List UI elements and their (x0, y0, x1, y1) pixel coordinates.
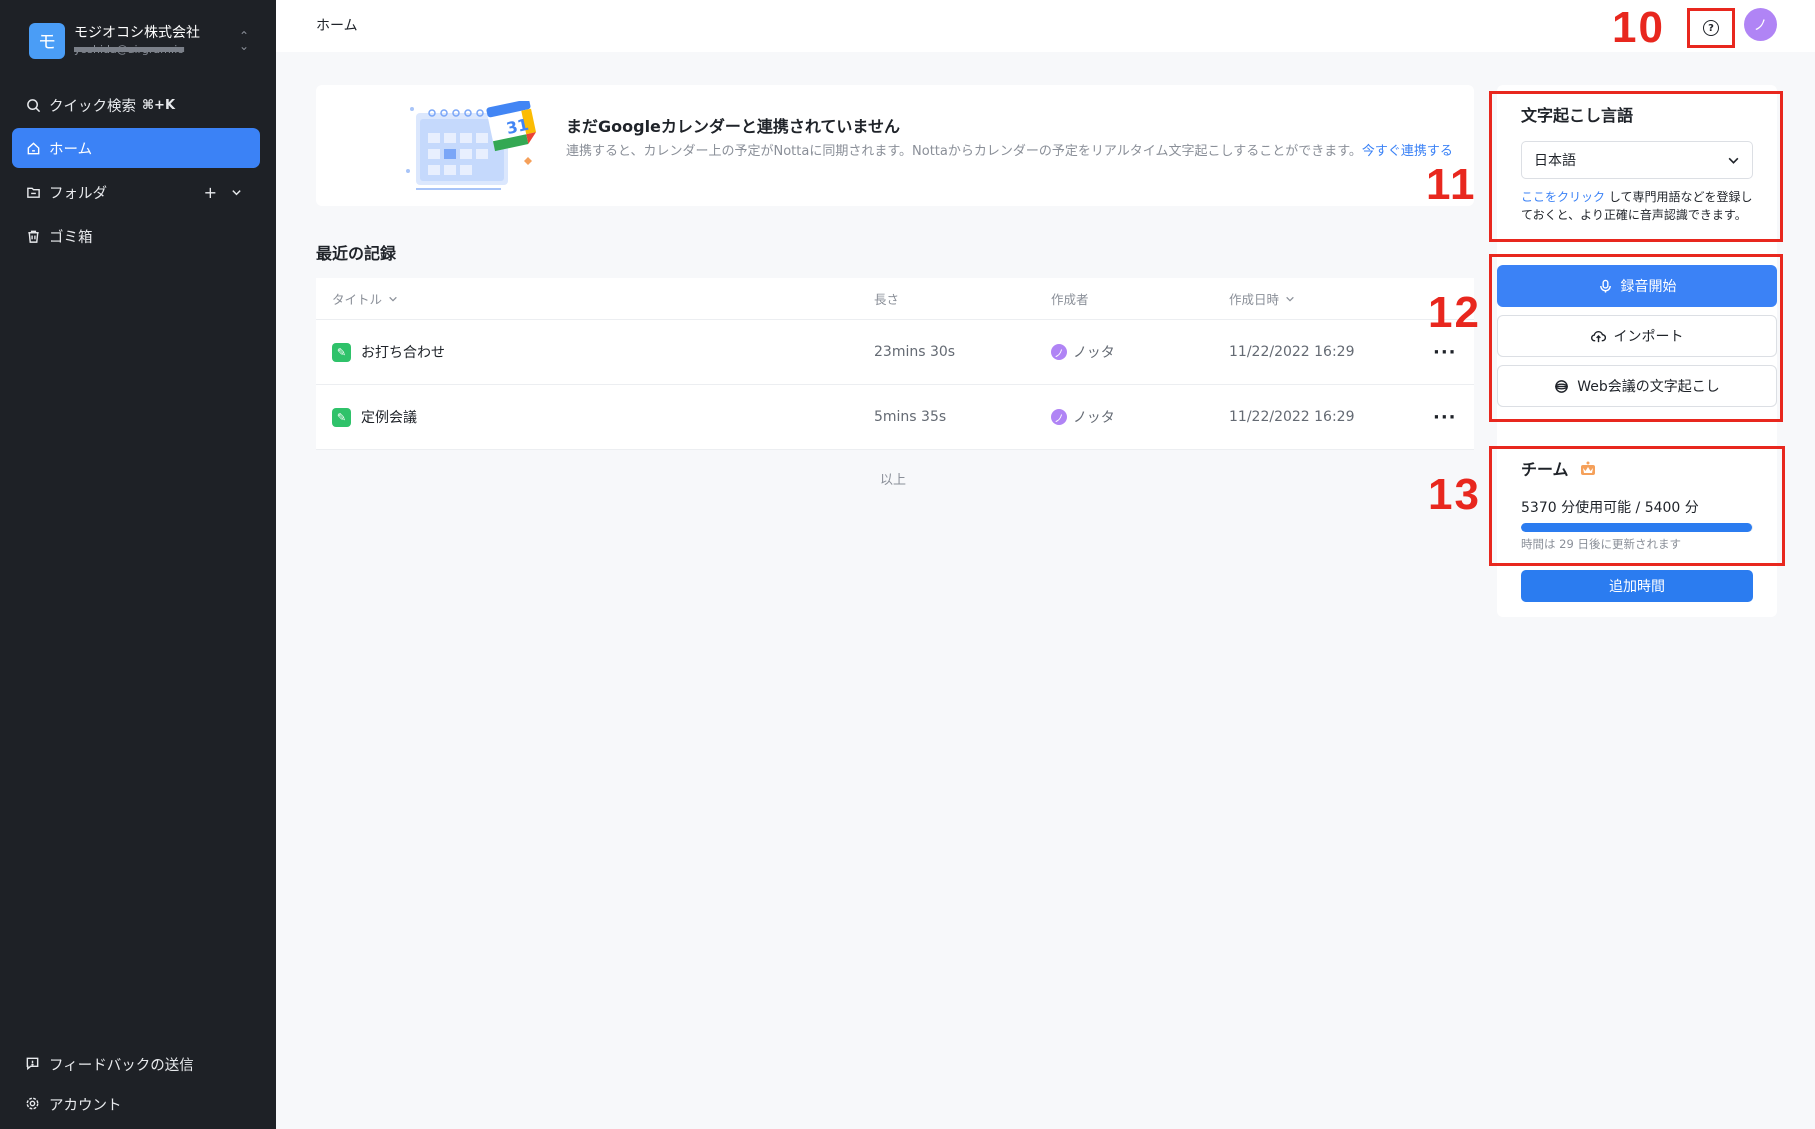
import-label: インポート (1613, 329, 1684, 345)
record-length: 23mins 30s (874, 344, 956, 360)
sidebar-item-label: ゴミ箱 (49, 229, 93, 246)
home-icon (25, 140, 41, 156)
quick-search-label: クイック検索 (49, 98, 136, 115)
cloud-upload-icon (1590, 329, 1606, 344)
web-meeting-icon (1554, 379, 1569, 394)
recent-records-title: 最近の記録 (316, 244, 397, 263)
start-recording-label: 録音開始 (1620, 279, 1677, 295)
author-avatar: ノ (1051, 344, 1067, 360)
record-title[interactable]: お打ち合わせ (361, 342, 445, 362)
end-of-list-label: 以上 (880, 473, 907, 488)
add-time-button[interactable]: 追加時間 (1521, 570, 1753, 602)
calendar-banner-title: まだGoogleカレンダーと連携されていません (566, 117, 900, 136)
column-author-header: 作成者 (1051, 292, 1089, 307)
annotation-label-11: 11 (1426, 160, 1477, 209)
help-icon: ? (1703, 20, 1719, 36)
workspace-switcher[interactable]: モ モジオコシ株式会社 yoshida@airgram.io ⌃ ⌄ (29, 23, 249, 59)
chevron-down-icon[interactable] (231, 183, 242, 202)
column-date-header[interactable]: 作成日時 (1229, 289, 1295, 308)
column-length-header: 長さ (874, 292, 900, 307)
column-title-label: タイトル (332, 292, 383, 307)
document-icon: ✎ (332, 342, 351, 362)
feedback-link[interactable]: フィードバックの送信 (12, 1046, 260, 1082)
calendar-banner-text: 連携すると、カレンダー上の予定がNottaに同期されます。Nottaからカレンダ… (566, 144, 1362, 159)
feedback-icon (25, 1056, 41, 1072)
usage-progress-bar (1521, 523, 1753, 532)
trash-icon (25, 228, 41, 244)
workspace-name: モジオコシ株式会社 (74, 25, 200, 41)
help-button[interactable]: ? (1687, 8, 1735, 48)
annotation-label-13: 13 (1428, 470, 1481, 519)
chevron-down-icon (1286, 296, 1294, 302)
table-header: タイトル 長さ 作成者 作成日時 (316, 278, 1474, 320)
author-avatar: ノ (1051, 409, 1067, 425)
language-select-value: 日本語 (1534, 153, 1576, 169)
sidebar-item-label: ホーム (49, 141, 93, 158)
microphone-icon (1598, 279, 1613, 294)
top-bar: ホーム (276, 0, 1815, 52)
import-button[interactable]: インポート (1497, 315, 1777, 357)
column-title-header[interactable]: タイトル (332, 289, 398, 308)
more-options-icon[interactable]: ··· (1433, 342, 1457, 363)
record-length: 5mins 35s (874, 409, 947, 425)
column-date-label: 作成日時 (1229, 292, 1280, 307)
usage-progress-fill (1521, 523, 1752, 532)
quick-search[interactable]: クイック検索 ⌘+K (12, 85, 260, 125)
transcription-language-title: 文字起こし言語 (1521, 106, 1634, 125)
folder-icon (25, 184, 41, 200)
document-icon: ✎ (332, 407, 351, 427)
chevron-updown-icon: ⌃ ⌄ (238, 29, 249, 53)
sidebar: モ モジオコシ株式会社 yoshida@airgram.io ⌃ ⌄ クイック検索… (0, 0, 276, 1129)
record-date: 11/22/2022 16:29 (1229, 409, 1355, 425)
author-name: ノッタ (1073, 410, 1115, 426)
language-select[interactable]: 日本語 (1521, 141, 1753, 179)
usage-reset-note: 時間は 29 日後に更新されます (1521, 537, 1681, 551)
record-author: ノ ノッタ (1051, 342, 1115, 362)
team-plan: チーム (1521, 456, 1597, 480)
account-link[interactable]: アカウント (12, 1086, 260, 1122)
record-date: 11/22/2022 16:29 (1229, 344, 1355, 360)
table-row[interactable]: ✎ お打ち合わせ 23mins 30s ノ ノッタ 11/22/2022 16:… (316, 320, 1474, 385)
more-options-icon[interactable]: ··· (1433, 407, 1457, 428)
calendar-banner-description: 連携すると、カレンダー上の予定がNottaに同期されます。Nottaからカレンダ… (566, 142, 1456, 161)
annotation-label-10: 10 (1612, 3, 1665, 52)
table-row[interactable]: ✎ 定例会議 5mins 35s ノ ノッタ 11/22/2022 16:29 … (316, 385, 1474, 450)
folder-actions: + (204, 183, 242, 202)
workspace-avatar: モ (29, 23, 65, 59)
record-title[interactable]: 定例会議 (361, 407, 417, 427)
start-recording-button[interactable]: 録音開始 (1497, 265, 1777, 307)
feedback-label: フィードバックの送信 (49, 1057, 194, 1074)
records-table: タイトル 長さ 作成者 作成日時 ✎ お打ち合わせ 23mins 30s ノ ノ… (316, 278, 1474, 450)
record-author: ノ ノッタ (1051, 407, 1115, 427)
sidebar-item-folder[interactable]: フォルダ + (12, 172, 260, 212)
workspace-email: yoshida@airgram.io (74, 43, 185, 56)
sidebar-item-home[interactable]: ホーム (12, 128, 260, 168)
gear-icon (25, 1096, 41, 1112)
account-label: アカウント (49, 1097, 122, 1114)
annotation-label-12: 12 (1428, 288, 1481, 337)
user-avatar[interactable]: ノ (1744, 8, 1777, 41)
add-folder-icon[interactable]: + (204, 183, 217, 202)
sidebar-item-trash[interactable]: ゴミ箱 (12, 216, 260, 256)
search-icon (25, 97, 41, 113)
usage-text: 5370 分使用可能 / 5400 分 (1521, 500, 1699, 516)
vocabulary-link[interactable]: ここをクリック (1521, 190, 1605, 204)
chevron-down-icon (1728, 157, 1739, 164)
calendar-banner: 31 まだGoogleカレンダーと連携されていません 連携すると、カレンダー上の… (316, 85, 1474, 206)
breadcrumb: ホーム (316, 18, 358, 34)
calendar-illustration: 31 (406, 101, 538, 190)
vocabulary-hint: ここをクリック して専門用語などを登録しておくと、より正確に音声認識できます。 (1521, 188, 1761, 224)
crown-icon (1579, 460, 1597, 476)
connect-calendar-link[interactable]: 今すぐ連携する (1362, 144, 1453, 159)
web-meeting-label: Web会議の文字起こし (1577, 379, 1720, 395)
author-name: ノッタ (1073, 345, 1115, 361)
team-title: チーム (1521, 460, 1569, 479)
web-meeting-button[interactable]: Web会議の文字起こし (1497, 365, 1777, 407)
sidebar-item-label: フォルダ (49, 185, 107, 202)
quick-search-shortcut: ⌘+K (142, 97, 176, 113)
chevron-down-icon (389, 296, 397, 302)
